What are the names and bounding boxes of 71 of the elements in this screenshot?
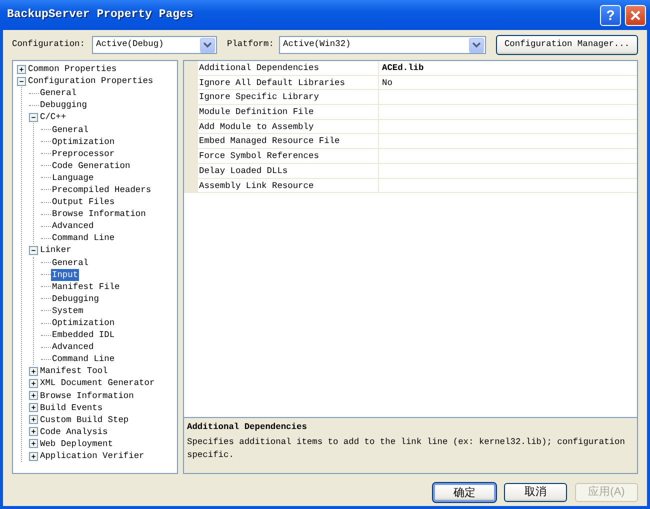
tree-item[interactable]: Code Analysis bbox=[39, 426, 109, 438]
dialog-button[interactable]: 确定 bbox=[433, 483, 496, 502]
property-name[interactable]: Additional Dependencies bbox=[198, 61, 379, 76]
close-button[interactable] bbox=[625, 4, 646, 26]
description-text: Specifies additional items to add to the link line (ex: kernel32.lib); configuration specific. bbox=[187, 436, 626, 462]
tree-item[interactable]: Embedded IDL bbox=[51, 329, 116, 342]
expand-icon[interactable] bbox=[29, 366, 38, 376]
tree-item[interactable]: Command Line bbox=[51, 232, 116, 244]
tree-item[interactable]: Command Line bbox=[51, 353, 116, 366]
configuration-manager-button[interactable]: Configuration Manager... bbox=[496, 35, 638, 55]
tree-item[interactable]: General bbox=[51, 124, 90, 136]
tree-item[interactable]: Code Generation bbox=[51, 160, 132, 172]
tree-item[interactable]: Configuration Properties bbox=[27, 75, 154, 88]
property-name[interactable]: Ignore Specific Library bbox=[198, 90, 379, 106]
property-name[interactable]: Ignore All Default Libraries bbox=[198, 76, 379, 90]
collapse-icon[interactable] bbox=[17, 76, 26, 86]
tree-item[interactable]: Advanced bbox=[51, 220, 95, 232]
tree-item[interactable]: Output Files bbox=[51, 196, 116, 208]
property-name[interactable]: Module Definition File bbox=[198, 105, 379, 120]
collapse-icon[interactable] bbox=[29, 246, 38, 255]
platform-dropdown[interactable]: Active(Win32) bbox=[279, 36, 486, 54]
tree-item[interactable]: Manifest Tool bbox=[39, 365, 109, 378]
row-header bbox=[184, 178, 198, 194]
property-name[interactable]: Add Module to Assembly bbox=[198, 120, 379, 134]
configuration-label: Configuration: bbox=[12, 38, 86, 52]
tree-item[interactable]: Language bbox=[51, 172, 95, 184]
configuration-dropdown[interactable]: Active(Debug) bbox=[92, 36, 217, 54]
help-button[interactable]: ? bbox=[600, 4, 621, 26]
expand-icon[interactable] bbox=[17, 64, 26, 74]
tree-item[interactable]: C/C++ bbox=[39, 111, 68, 124]
tree-item[interactable]: Linker bbox=[39, 244, 72, 256]
tree-item[interactable]: Common Properties bbox=[27, 63, 118, 76]
close-icon[interactable] bbox=[630, 10, 641, 20]
expand-icon[interactable] bbox=[29, 391, 38, 400]
tree-item[interactable]: Build Events bbox=[39, 402, 104, 414]
property-value[interactable]: ACEd.lib bbox=[379, 61, 637, 76]
tree-item[interactable]: Debugging bbox=[51, 292, 100, 305]
expand-icon[interactable] bbox=[29, 403, 38, 412]
property-name[interactable]: Assembly Link Resource bbox=[198, 178, 379, 194]
property-name[interactable]: Embed Managed Resource File bbox=[198, 134, 379, 150]
platform-label: Platform: bbox=[226, 38, 275, 52]
tree-item[interactable]: Precompiled Headers bbox=[51, 184, 152, 196]
tree-item[interactable]: Browse Information bbox=[51, 208, 147, 220]
tree-item[interactable]: Optimization bbox=[51, 317, 116, 330]
row-header bbox=[184, 61, 198, 76]
tree-item[interactable]: Optimization bbox=[51, 136, 116, 148]
tree-item[interactable]: General bbox=[51, 256, 90, 269]
tree-item[interactable]: Browse Information bbox=[39, 390, 135, 402]
property-value[interactable]: No bbox=[379, 76, 637, 90]
tree-item[interactable]: Application Verifier bbox=[39, 450, 146, 462]
tree-item[interactable]: Advanced bbox=[51, 341, 95, 354]
tree-item[interactable]: Web Deployment bbox=[39, 438, 114, 450]
expand-icon[interactable] bbox=[29, 415, 38, 424]
tree-item[interactable]: Manifest File bbox=[51, 280, 121, 293]
property-name[interactable]: Force Symbol References bbox=[198, 149, 379, 164]
window-title: BackupServer Property Pages bbox=[7, 7, 194, 24]
tree-item[interactable]: Preprocessor bbox=[51, 148, 116, 160]
description-title: Additional Dependencies bbox=[187, 421, 308, 434]
collapse-icon[interactable] bbox=[29, 112, 38, 122]
tree-item[interactable]: XML Document Generator bbox=[39, 377, 156, 390]
expand-icon[interactable] bbox=[29, 427, 38, 436]
expand-icon[interactable] bbox=[29, 378, 38, 388]
tree-item[interactable]: System bbox=[51, 304, 84, 317]
tree-item[interactable]: Custom Build Step bbox=[39, 414, 130, 426]
expand-icon[interactable] bbox=[29, 439, 38, 448]
expand-icon[interactable] bbox=[29, 452, 38, 461]
tree-item[interactable]: General bbox=[39, 87, 78, 100]
tree-item[interactable]: Input bbox=[51, 268, 80, 281]
tree-item[interactable]: Debugging bbox=[39, 99, 88, 112]
dialog-button[interactable]: 取消 bbox=[504, 483, 567, 502]
property-name[interactable]: Delay Loaded DLLs bbox=[198, 164, 379, 178]
